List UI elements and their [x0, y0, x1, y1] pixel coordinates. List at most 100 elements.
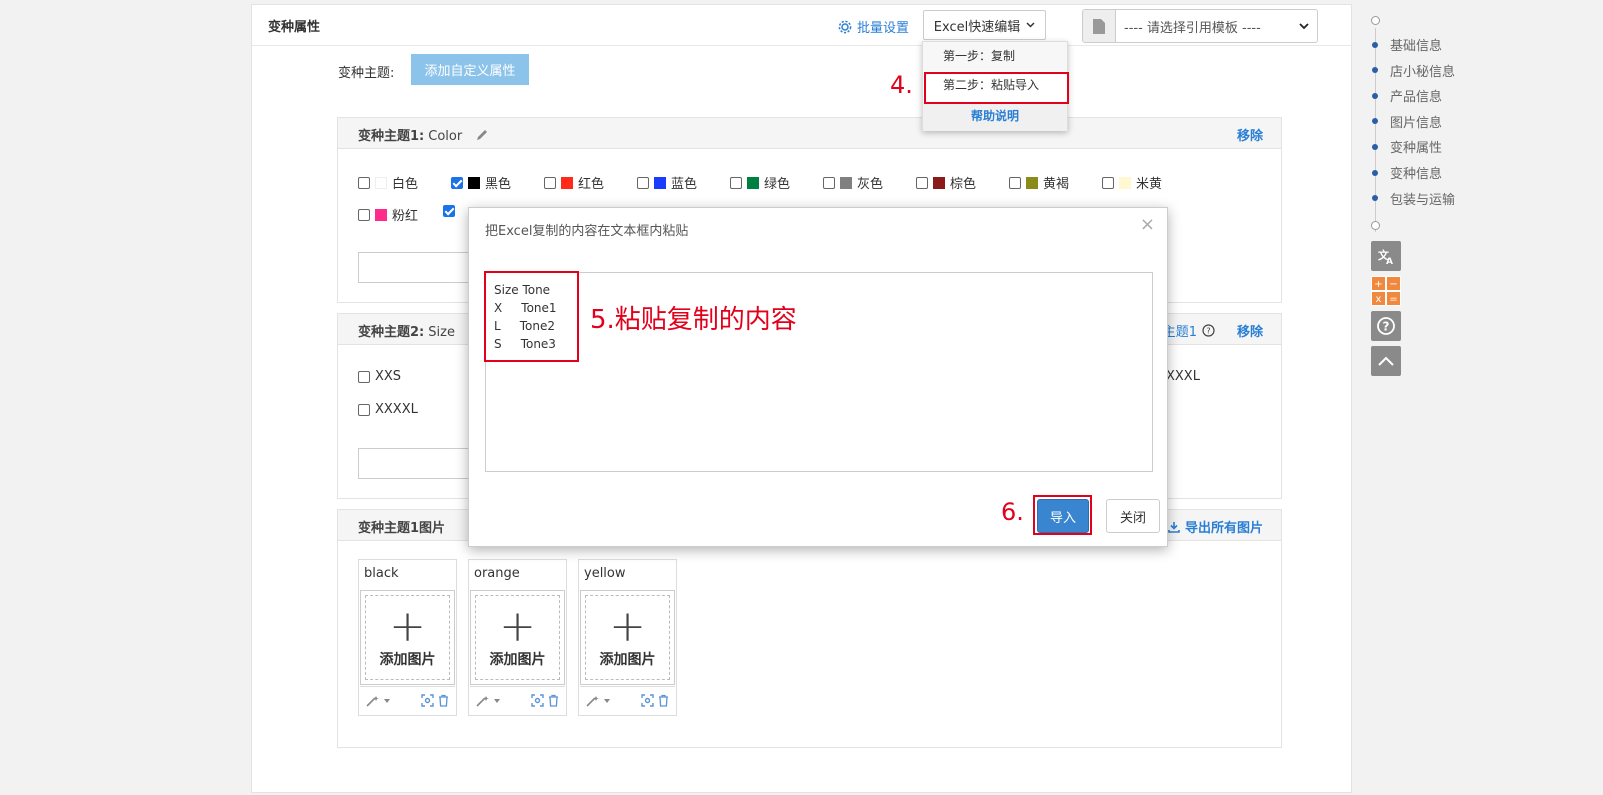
trash-icon[interactable]	[438, 694, 449, 707]
image-toolbar	[470, 686, 565, 714]
caret-down-icon[interactable]	[604, 698, 610, 703]
nav-item[interactable]: 产品信息	[1371, 86, 1442, 105]
nav-dot	[1372, 67, 1378, 74]
image-toolbar	[360, 686, 455, 714]
color-option[interactable]: 黑色	[451, 173, 511, 192]
color-label: 米黄	[1136, 177, 1163, 192]
theme2-remove-link[interactable]: 移除	[1237, 321, 1263, 340]
add-custom-attribute-button[interactable]: 添加自定义属性	[411, 54, 529, 85]
checkbox[interactable]	[358, 176, 370, 189]
caret-down-icon[interactable]	[494, 698, 500, 703]
checkbox[interactable]	[1009, 176, 1021, 189]
add-image-dropzone[interactable]: + 添加图片	[360, 590, 455, 685]
caret-down-icon[interactable]	[384, 698, 390, 703]
color-option[interactable]: 红色	[544, 173, 604, 192]
checkbox[interactable]	[358, 403, 370, 416]
nav-end-circle	[1371, 221, 1380, 230]
help-icon[interactable]: ?	[1371, 311, 1401, 341]
add-image-dropzone[interactable]: + 添加图片	[470, 590, 565, 685]
menu-item-help[interactable]: 帮助说明	[923, 102, 1067, 131]
color-swatch	[1026, 176, 1038, 189]
color-label: 黄褐	[1043, 177, 1070, 192]
theme1-title: 变种主题1: Color	[358, 125, 489, 144]
pencil-icon[interactable]	[475, 128, 489, 142]
color-label: 粉红	[392, 209, 419, 224]
checkbox[interactable]	[823, 176, 835, 189]
plus-icon: +	[609, 600, 646, 652]
size-option-xxs[interactable]: XXS	[358, 369, 401, 384]
color-option[interactable]: 灰色	[823, 173, 883, 192]
nav-item[interactable]: 图片信息	[1371, 112, 1442, 131]
checkbox[interactable]	[451, 176, 463, 189]
image-card: orange + 添加图片	[468, 559, 567, 716]
checkbox[interactable]	[637, 176, 649, 189]
color-label: 棕色	[950, 177, 977, 192]
add-image-dropzone[interactable]: + 添加图片	[580, 590, 675, 685]
nav-dot	[1372, 169, 1378, 176]
second-row-checkbox-option[interactable]	[443, 205, 455, 217]
close-button[interactable]: 关闭	[1106, 499, 1160, 533]
bulk-settings-link[interactable]: 批量设置	[838, 17, 909, 36]
nav-item-label: 变种属性	[1390, 141, 1443, 157]
translate-icon[interactable]: 文A	[1371, 241, 1401, 271]
nav-dot	[1372, 41, 1378, 48]
checkbox[interactable]	[730, 176, 742, 189]
crop-icon[interactable]	[531, 694, 544, 707]
color-option[interactable]: 白色	[358, 173, 418, 192]
nav-item[interactable]: 变种属性	[1371, 137, 1442, 156]
textarea-line: Size Tone	[494, 283, 551, 297]
color-swatch	[933, 176, 945, 189]
template-select-value[interactable]: ---- 请选择引用模板 ----	[1116, 10, 1317, 42]
nav-item[interactable]: 基础信息	[1371, 35, 1442, 54]
theme1-remove-link[interactable]: 移除	[1237, 125, 1263, 144]
nav-item[interactable]: 变种信息	[1371, 163, 1442, 182]
theme1-value: Color	[428, 129, 463, 144]
image-card: black + 添加图片	[358, 559, 457, 716]
template-select[interactable]: ---- 请选择引用模板 ----	[1082, 9, 1318, 43]
calculator-icon[interactable]: + − x =	[1371, 276, 1401, 306]
image-card-name: yellow	[584, 566, 626, 581]
svg-text:?: ?	[1383, 320, 1390, 334]
excel-quick-edit-button[interactable]: Excel快速编辑	[923, 10, 1046, 40]
crop-icon[interactable]	[641, 694, 654, 707]
color-option[interactable]: 蓝色	[637, 173, 697, 192]
crop-icon[interactable]	[421, 694, 434, 707]
magic-wand-icon[interactable]	[586, 695, 600, 707]
textarea-line: S Tone3	[494, 337, 556, 351]
color-option[interactable]: 黄褐	[1009, 173, 1069, 192]
image-card-name: black	[364, 566, 399, 581]
trash-icon[interactable]	[658, 694, 669, 707]
magic-wand-icon[interactable]	[366, 695, 380, 707]
help-circle-icon: ?	[1202, 324, 1215, 337]
custom-color-input[interactable]	[358, 252, 478, 283]
color-option[interactable]: 棕色	[916, 173, 976, 192]
color-option[interactable]: 米黄	[1102, 173, 1162, 192]
checkbox[interactable]	[544, 176, 556, 189]
menu-item-copy[interactable]: 第一步：复制	[923, 42, 1067, 71]
close-icon[interactable]: ×	[1140, 214, 1155, 235]
trash-icon[interactable]	[548, 694, 559, 707]
nav-dot	[1372, 143, 1378, 150]
nav-item-label: 变种信息	[1390, 167, 1443, 182]
document-icon	[1083, 10, 1116, 42]
custom-size-input[interactable]	[358, 448, 478, 479]
magic-wand-icon[interactable]	[476, 695, 490, 707]
nav-item[interactable]: 包装与运输	[1371, 189, 1455, 208]
checkbox[interactable]	[916, 176, 928, 189]
checkbox[interactable]	[358, 208, 370, 221]
paste-textarea[interactable]: Size Tone X Tone1 L Tone2 S Tone3	[485, 272, 1153, 472]
dropzone-inner: + 添加图片	[365, 595, 450, 680]
checkbox[interactable]	[1102, 176, 1114, 189]
plus-icon: +	[499, 600, 536, 652]
import-button[interactable]: 导入	[1037, 499, 1089, 533]
checkbox[interactable]	[358, 370, 370, 383]
color-option[interactable]: 绿色	[730, 173, 790, 192]
back-to-top-icon[interactable]	[1371, 346, 1401, 376]
size-option-xxxxl[interactable]: XXXXL	[358, 402, 418, 417]
add-image-label: 添加图片	[599, 651, 656, 668]
nav-item-label: 包装与运输	[1390, 192, 1456, 208]
color-option[interactable]: 粉红	[358, 205, 418, 224]
nav-item[interactable]: 店小秘信息	[1371, 61, 1455, 80]
export-all-images-link[interactable]: 导出所有图片	[1168, 517, 1263, 536]
checkbox[interactable]	[443, 205, 455, 217]
